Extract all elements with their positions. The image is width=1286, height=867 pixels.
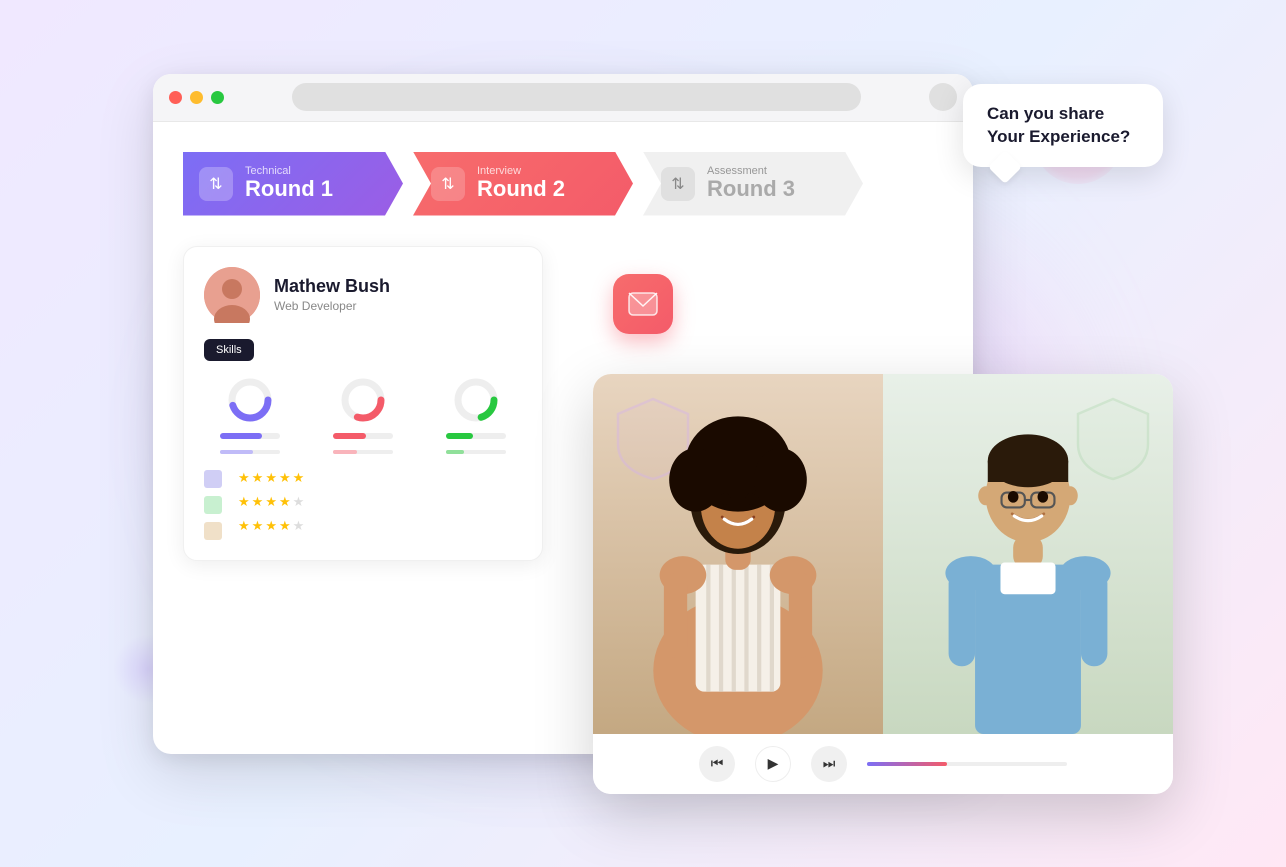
steps-row: ⇅ Technical Round 1 ⇅ Interview Round 2 …: [183, 152, 943, 216]
skill-bar-3: [446, 433, 506, 439]
step-3-text: Assessment Round 3: [707, 165, 795, 201]
forward-button[interactable]: ⏭: [811, 746, 847, 782]
star: ★: [279, 518, 291, 534]
main-scene: ⇅ Technical Round 1 ⇅ Interview Round 2 …: [93, 44, 1193, 824]
skill-item-3: [446, 375, 506, 454]
profile-header: Mathew Bush Web Developer: [204, 267, 522, 323]
video-content: [593, 374, 1173, 734]
avatar: [204, 267, 260, 323]
star: ★: [279, 494, 291, 510]
star: ★: [238, 494, 250, 510]
stars-row-1: ★ ★ ★ ★ ★: [238, 470, 304, 486]
browser-titlebar: [153, 74, 973, 122]
rating-box-3: [204, 522, 222, 540]
skill-item-2: [333, 375, 393, 454]
ratings-section: ★ ★ ★ ★ ★ ★ ★ ★ ★ ★: [204, 470, 522, 540]
star: ★: [265, 518, 277, 534]
video-right: [883, 374, 1173, 734]
rating-box-row-3: [204, 522, 222, 540]
star: ★: [252, 470, 264, 486]
step-3-icon: ⇅: [661, 167, 695, 201]
dot-red[interactable]: [169, 91, 182, 104]
step-3-title: Round 3: [707, 177, 795, 201]
skills-header: Skills: [204, 339, 254, 361]
step-3-assessment[interactable]: ⇅ Assessment Round 3: [643, 152, 863, 216]
step-2-text: Interview Round 2: [477, 165, 565, 201]
skill-bar-2: [333, 433, 393, 439]
star: ★: [238, 470, 250, 486]
skill-item-1: [220, 375, 280, 454]
step-1-text: Technical Round 1: [245, 165, 333, 201]
profile-name: Mathew Bush: [274, 276, 390, 297]
profile-info: Mathew Bush Web Developer: [274, 276, 390, 313]
step-2-title: Round 2: [477, 177, 565, 201]
skill-sub-bar-2: [333, 450, 393, 454]
step-1-icon: ⇅: [199, 167, 233, 201]
rating-box-row-1: [204, 470, 222, 488]
star: ★: [252, 518, 264, 534]
step-1-technical[interactable]: ⇅ Technical Round 1: [183, 152, 403, 216]
skill-bar-1: [220, 433, 280, 439]
star: ★: [293, 494, 305, 510]
rating-stars: ★ ★ ★ ★ ★ ★ ★ ★ ★ ★: [238, 470, 304, 540]
browser-action-btn[interactable]: [929, 83, 957, 111]
star: ★: [293, 470, 305, 486]
dot-yellow[interactable]: [190, 91, 203, 104]
stars-row-3: ★ ★ ★ ★ ★: [238, 518, 304, 534]
profile-card: Mathew Bush Web Developer Skills: [183, 246, 543, 561]
star: ★: [252, 494, 264, 510]
video-progress-bar[interactable]: [867, 762, 1067, 766]
video-controls-bar: ⏮ ▶ ⏭: [593, 734, 1173, 794]
browser-search-bar: [292, 83, 861, 111]
star: ★: [293, 518, 305, 534]
step-2-interview[interactable]: ⇅ Interview Round 2: [413, 152, 633, 216]
play-button[interactable]: ▶: [755, 746, 791, 782]
star: ★: [265, 470, 277, 486]
rating-box-row-2: [204, 496, 222, 514]
skill-sub-bar-3: [446, 450, 506, 454]
dot-green[interactable]: [211, 91, 224, 104]
video-panel: ⏮ ▶ ⏭: [593, 374, 1173, 794]
rewind-button[interactable]: ⏮: [699, 746, 735, 782]
step-3-label: Assessment: [707, 165, 795, 177]
video-progress-fill: [867, 762, 947, 766]
step-1-title: Round 1: [245, 177, 333, 201]
rating-box-2: [204, 496, 222, 514]
star: ★: [279, 470, 291, 486]
email-float-icon: [613, 274, 673, 334]
stars-row-2: ★ ★ ★ ★ ★: [238, 494, 304, 510]
speech-bubble: Can you share Your Experience?: [963, 84, 1163, 168]
rating-boxes: [204, 470, 222, 540]
star: ★: [238, 518, 250, 534]
step-2-label: Interview: [477, 165, 565, 177]
skills-charts: [204, 375, 522, 454]
video-left: [593, 374, 883, 734]
bubble-line1: Can you share: [987, 102, 1139, 126]
skill-sub-bar-1: [220, 450, 280, 454]
star: ★: [265, 494, 277, 510]
profile-role: Web Developer: [274, 299, 390, 313]
step-2-icon: ⇅: [431, 167, 465, 201]
step-1-label: Technical: [245, 165, 333, 177]
bubble-line2: Your Experience?: [987, 125, 1139, 149]
rating-box-1: [204, 470, 222, 488]
